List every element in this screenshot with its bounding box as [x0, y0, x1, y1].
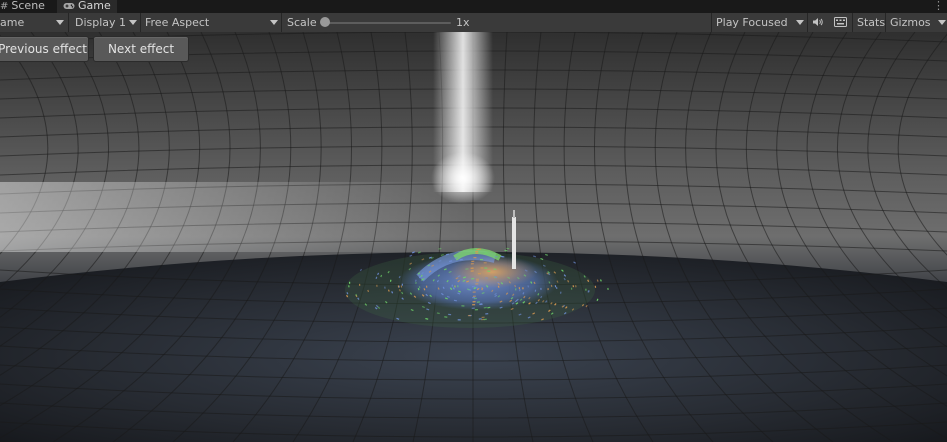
toolbar-divider	[885, 13, 886, 32]
play-mode-value: Play Focused	[716, 16, 788, 29]
tab-strip: # Scene Game ⋮	[0, 0, 947, 14]
game-mode-dropdown[interactable]: ame	[0, 13, 66, 32]
stats-button[interactable]: Stats	[857, 13, 885, 32]
chevron-down-icon	[938, 20, 946, 25]
game-render	[0, 32, 947, 442]
game-toolbar: ame Display 1 Free Aspect Scale 1x Play …	[0, 13, 947, 33]
toolbar-divider	[807, 13, 808, 32]
previous-effect-button[interactable]: Previous effect	[0, 36, 89, 62]
shortcuts-button[interactable]	[834, 13, 850, 32]
game-viewport[interactable]: Previous effect Next effect	[0, 32, 947, 442]
toolbar-divider	[852, 13, 853, 32]
light-pole	[512, 210, 516, 269]
scale-slider-track[interactable]	[321, 22, 451, 24]
gizmos-label: Gizmos	[890, 16, 931, 29]
kebab-menu-icon[interactable]: ⋮	[933, 0, 944, 12]
speaker-icon	[813, 18, 823, 26]
scale-value: 1x	[456, 16, 470, 29]
toolbar-divider	[711, 13, 712, 32]
gizmos-dropdown[interactable]: Gizmos	[890, 13, 946, 32]
toolbar-divider	[281, 13, 282, 32]
toolbar-divider	[140, 13, 141, 32]
tab-game-label: Game	[78, 0, 111, 12]
chevron-down-icon	[270, 20, 278, 25]
chevron-down-icon	[796, 20, 804, 25]
tab-game[interactable]: Game	[57, 0, 117, 14]
tab-scene[interactable]: # Scene	[0, 0, 51, 13]
aspect-value: Free Aspect	[145, 16, 210, 29]
keyboard-icon	[834, 17, 847, 27]
scale-label: Scale	[287, 16, 317, 29]
chevron-down-icon	[56, 20, 64, 25]
hash-icon: #	[0, 1, 9, 12]
play-mode-dropdown[interactable]: Play Focused	[716, 13, 805, 32]
chevron-down-icon	[129, 20, 137, 25]
gamepad-icon	[63, 1, 75, 13]
game-mode-value: ame	[0, 16, 25, 29]
toolbar-divider	[68, 13, 69, 32]
display-dropdown[interactable]: Display 1	[75, 13, 138, 32]
tab-scene-label: Scene	[11, 0, 45, 12]
side-light	[0, 182, 470, 252]
display-value: Display 1	[75, 16, 127, 29]
scale-slider-thumb[interactable]	[320, 17, 330, 27]
mute-audio-button[interactable]	[812, 13, 828, 32]
aspect-dropdown[interactable]: Free Aspect	[145, 13, 279, 32]
light-glow	[431, 152, 495, 204]
next-effect-button[interactable]: Next effect	[93, 36, 189, 62]
